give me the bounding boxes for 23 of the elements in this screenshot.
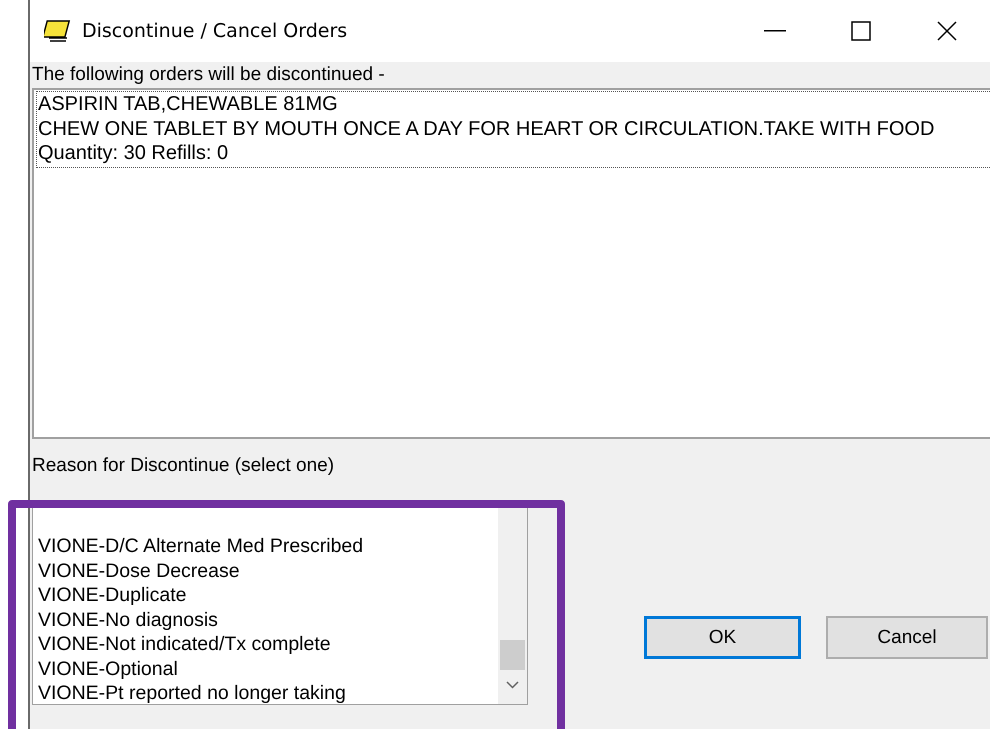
order-text: ASPIRIN TAB,CHEWABLE 81MG (38, 92, 339, 116)
orders-label: The following orders will be discontinued - (31, 63, 386, 86)
close-icon (937, 21, 957, 41)
maximize-icon (851, 21, 871, 41)
ok-button[interactable]: OK (644, 616, 801, 659)
cancel-button[interactable]: Cancel (826, 616, 988, 659)
reason-label: Reason for Discontinue (select one) (31, 454, 336, 477)
reason-item[interactable]: VIONE-Optional (33, 656, 498, 681)
reason-item[interactable]: VIONE-Pt reported no longer taking (33, 681, 498, 706)
chevron-down-icon[interactable] (506, 681, 519, 689)
minimize-icon (764, 30, 786, 32)
order-text: CHEW ONE TABLET BY MOUTH ONCE A DAY FOR HEART OR CIRCULATION.TAKE WITH FOOD (38, 116, 936, 141)
reason-item[interactable]: VIONE-Duplicate (33, 583, 498, 608)
reason-item[interactable]: VIONE-No diagnosis (33, 608, 498, 632)
reason-item[interactable]: VIONE-D/C Alternate Med Prescribed (33, 534, 498, 558)
window-title: Discontinue / Cancel Orders (82, 20, 348, 42)
reason-item[interactable]: VIONE-Dose Decrease (33, 558, 498, 583)
reason-item[interactable]: VIONE-Not indicated/Tx complete (33, 632, 498, 656)
reason-listbox[interactable]: VIONE-D/C Alternate Med Prescribed VIONE-Dose Decrease VIONE-Duplicate VIONE-No diagnosis VIONE-Not indicated/Tx complete VIONE-Optional VIONE-Pt reported no longer taking (32, 507, 528, 705)
order-text: Quantity: 30 Refills: 0 (38, 141, 230, 166)
scrollbar-thumb[interactable] (500, 640, 525, 670)
scrollbar[interactable] (498, 508, 527, 704)
orders-list[interactable]: ASPIRIN TAB,CHEWABLE 81MG CHEW ONE TABLET BY MOUTH ONCE A DAY FOR HEART OR CIRCULATION.TAKE WITH FOOD Quantity: 30 Refills: 0 (32, 88, 990, 439)
